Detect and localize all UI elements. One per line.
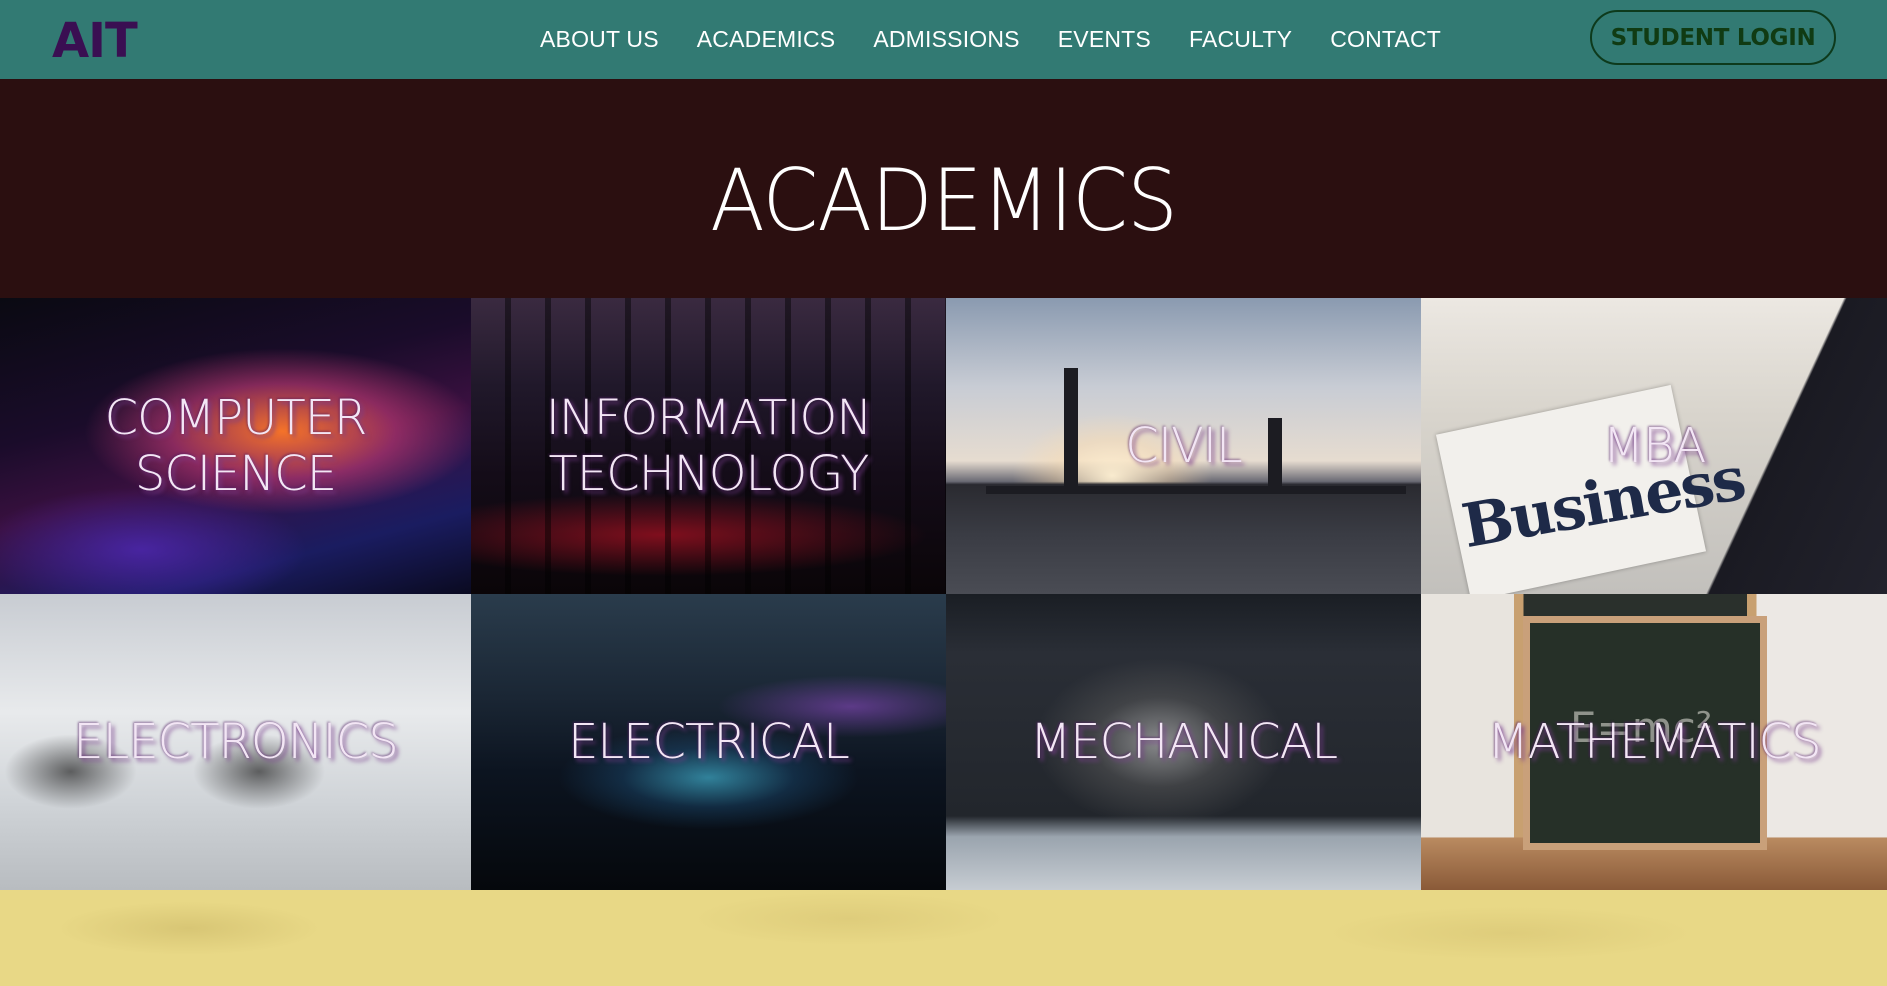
tile-mba[interactable]: Business MBA [1421,298,1887,594]
nav-link-admissions[interactable]: ADMISSIONS [873,26,1019,53]
main-nav: ABOUT US ACADEMICS ADMISSIONS EVENTS FAC… [540,0,1441,79]
nav-link-faculty[interactable]: FACULTY [1189,26,1292,53]
nav-link-contact[interactable]: CONTACT [1330,26,1441,53]
tile-label: MBA [1602,418,1707,474]
tile-mathematics[interactable]: E=mc² MATHEMATICS [1421,594,1887,890]
tile-mechanical[interactable]: MECHANICAL [946,594,1421,890]
nav-link-events[interactable]: EVENTS [1058,26,1151,53]
nav-link-about-us[interactable]: ABOUT US [540,26,659,53]
tile-label: INFORMATION TECHNOLOGY [545,390,873,502]
tile-label: ELECTRICAL [568,714,850,770]
tile-label: MATHEMATICS [1487,714,1821,770]
tile-computer-science[interactable]: COMPUTER SCIENCE [0,298,471,594]
clouds-banner [0,890,1887,986]
departments-grid: COMPUTER SCIENCE INFORMATION TECHNOLOGY … [0,298,1887,890]
tile-electronics[interactable]: ELECTRONICS [0,594,471,890]
tile-label: MECHANICAL [1029,714,1338,770]
page-title: ACADEMICS [710,151,1178,251]
tile-electrical[interactable]: ELECTRICAL [471,594,946,890]
tile-civil[interactable]: CIVIL [946,298,1421,594]
tile-label: ELECTRONICS [73,714,398,770]
bridge-deck [986,486,1406,494]
tile-information-technology[interactable]: INFORMATION TECHNOLOGY [471,298,946,594]
academics-hero: ACADEMICS [0,79,1887,298]
top-navbar: AIT ABOUT US ACADEMICS ADMISSIONS EVENTS… [0,0,1887,79]
student-login-button[interactable]: STUDENT LOGIN [1590,10,1836,65]
tile-label: CIVIL [1125,418,1242,474]
site-logo[interactable]: AIT [52,13,138,69]
nav-link-academics[interactable]: ACADEMICS [697,26,836,53]
tile-label: COMPUTER SCIENCE [104,390,368,502]
